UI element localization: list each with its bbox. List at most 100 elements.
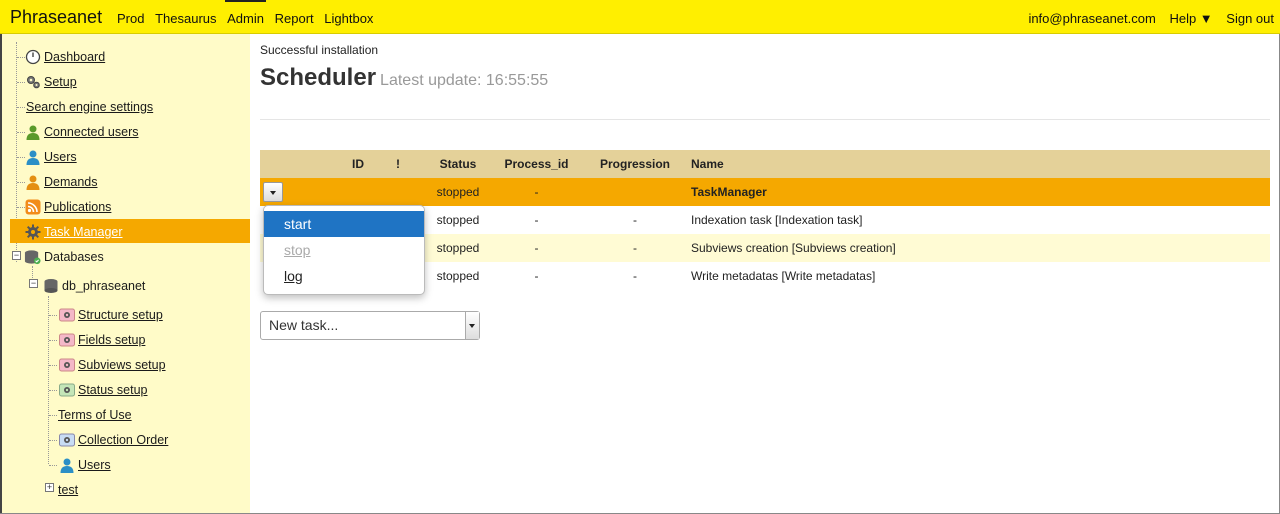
database-icon — [42, 278, 59, 295]
sidebar-item-db-users[interactable]: Users — [58, 455, 111, 475]
tree-line — [49, 340, 57, 341]
sidebar-item-label: Structure setup — [78, 308, 163, 322]
signout-link[interactable]: Sign out — [1226, 11, 1274, 26]
cell-process-id: - — [488, 178, 585, 206]
col-warning: ! — [368, 150, 428, 178]
user-blue-icon — [58, 457, 75, 474]
collection-green-icon — [58, 382, 75, 399]
collection-red-icon — [58, 332, 75, 349]
user-green-icon — [24, 124, 41, 141]
tree-line — [49, 440, 57, 441]
sidebar-item-fields-setup[interactable]: Fields setup — [58, 330, 145, 350]
sidebar-item-publications[interactable]: Publications — [24, 197, 111, 217]
sidebar-item-users[interactable]: Users — [24, 147, 77, 167]
sidebar-item-label: Connected users — [44, 125, 139, 139]
nav-admin[interactable]: Admin — [225, 0, 266, 26]
help-menu[interactable]: Help ▼ — [1169, 11, 1212, 26]
menu-item-stop[interactable]: stop — [264, 237, 424, 263]
sidebar-item-label: Databases — [44, 250, 104, 264]
menu-item-log[interactable]: log — [264, 263, 424, 289]
cell-progression: - — [585, 234, 685, 262]
sidebar-item-label: Subviews setup — [78, 358, 166, 372]
brand-logo[interactable]: Phraseanet — [10, 7, 102, 28]
nav-prod[interactable]: Prod — [117, 11, 144, 26]
chevron-down-icon[interactable] — [465, 312, 479, 339]
cell-warning — [368, 178, 428, 206]
cell-process-id: - — [534, 213, 539, 227]
sidebar-item-subviews-setup[interactable]: Subviews setup — [58, 355, 166, 375]
top-navbar: Phraseanet Prod Thesaurus Admin Report L… — [0, 0, 1280, 34]
new-task-select[interactable]: New task... — [260, 311, 480, 340]
row-menu-cell — [260, 178, 348, 206]
cell-progression — [585, 178, 685, 206]
nav-lightbox[interactable]: Lightbox — [324, 11, 373, 26]
new-task-value: New task... — [269, 317, 339, 333]
sidebar-item-structure-setup[interactable]: Structure setup — [58, 305, 163, 325]
main-content: Successful installation Scheduler Latest … — [250, 34, 1279, 513]
sidebar-item-label: Task Manager — [44, 225, 123, 239]
tree-line — [48, 296, 49, 464]
sidebar-item-label: db_phraseanet — [62, 279, 146, 293]
sidebar-item-dashboard[interactable]: Dashboard — [24, 47, 105, 67]
row-menu-toggle[interactable] — [263, 182, 283, 202]
sidebar-item-terms-of-use[interactable]: Terms of Use — [58, 405, 132, 425]
sidebar-item-collection-order[interactable]: Collection Order — [58, 430, 168, 450]
divider — [260, 119, 1270, 120]
sidebar-item-demands[interactable]: Demands — [24, 172, 98, 192]
cell-progression: - — [633, 269, 637, 283]
page-title: Scheduler Latest update: 16:55:55 — [260, 64, 548, 92]
collection-red-icon — [58, 307, 75, 324]
sidebar-item-status-setup[interactable]: Status setup — [58, 380, 148, 400]
nav-thesaurus[interactable]: Thesaurus — [155, 11, 216, 26]
task-action-menu: start stop log — [263, 205, 425, 295]
cell-status: stopped — [428, 178, 488, 206]
cell-name: Write metadatas [Write metadatas] — [691, 269, 876, 283]
sidebar-item-search-engine[interactable]: Search engine settings — [26, 97, 153, 117]
collapse-toggle[interactable]: − — [29, 279, 38, 288]
cell-status: stopped — [436, 213, 480, 227]
menu-item-start[interactable]: start — [264, 211, 424, 237]
col-name: Name — [685, 150, 1270, 178]
cell-name: TaskManager — [685, 178, 1270, 206]
col-status: Status — [428, 150, 488, 178]
cell-id — [348, 178, 368, 206]
sidebar-item-setup[interactable]: Setup — [24, 72, 77, 92]
nav-report[interactable]: Report — [275, 11, 314, 26]
table-row[interactable]: stopped - TaskManager — [260, 178, 1270, 206]
user-blue-icon — [24, 149, 41, 166]
cell-name: Subviews creation [Subviews creation] — [685, 234, 1270, 262]
expand-toggle[interactable]: + — [45, 483, 54, 492]
tree-line — [49, 315, 57, 316]
tree-line — [49, 415, 57, 416]
top-nav: Prod Thesaurus Admin Report Lightbox — [117, 0, 380, 26]
col-progression: Progression — [585, 150, 685, 178]
sidebar-item-label: Demands — [44, 175, 98, 189]
tree-line — [49, 465, 57, 466]
tree-line — [49, 365, 57, 366]
sidebar-item-label: Search engine settings — [26, 100, 154, 114]
table-header-row: ID ! Status Process_id Progression Name — [260, 150, 1270, 178]
sidebar-item-label: Dashboard — [44, 50, 106, 64]
user-email-link[interactable]: info@phraseanet.com — [1028, 11, 1155, 26]
sidebar-item-label: Collection Order — [78, 433, 169, 447]
sidebar-item-databases[interactable]: Databases — [24, 247, 104, 267]
sidebar-item-label: Publications — [44, 200, 112, 214]
sidebar-item-db-test[interactable]: test — [58, 480, 78, 500]
cell-progression: - — [633, 213, 637, 227]
sidebar-item-label: Setup — [44, 75, 77, 89]
col-menu — [260, 150, 348, 178]
user-orange-icon — [24, 174, 41, 191]
last-update: Latest update: 16:55:55 — [380, 72, 549, 89]
sidebar-item-db-phraseanet[interactable]: db_phraseanet — [42, 276, 145, 296]
collapse-toggle[interactable]: − — [12, 251, 21, 260]
sidebar-item-label: Users — [78, 458, 111, 472]
cell-process-id: - — [534, 269, 539, 283]
sidebar-item-task-manager[interactable]: Task Manager — [24, 222, 123, 242]
cell-name: Indexation task [Indexation task] — [691, 213, 863, 227]
collection-red-icon — [58, 357, 75, 374]
databases-icon — [24, 249, 41, 266]
sidebar-item-connected-users[interactable]: Connected users — [24, 122, 139, 142]
sidebar-item-label: Terms of Use — [58, 408, 132, 422]
top-right-menu: info@phraseanet.com Help ▼ Sign out — [1018, 11, 1274, 26]
gear-icon — [24, 224, 41, 241]
